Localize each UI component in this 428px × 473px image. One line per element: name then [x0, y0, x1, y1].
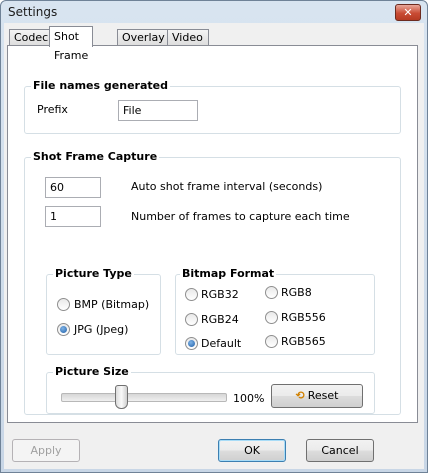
tab-overlay[interactable]: Overlay: [117, 29, 170, 46]
interval-input[interactable]: [45, 177, 101, 198]
default-radio[interactable]: [185, 337, 198, 350]
dialog-client: Codec Shot Frame Overlay Video Effect Fi…: [4, 23, 424, 469]
cancel-label: Cancel: [321, 444, 359, 457]
tab-label: Overlay: [122, 31, 165, 44]
reset-button[interactable]: ⟲ Reset: [271, 384, 363, 408]
shot-frame-capture-group: Shot Frame Capture Auto shot frame inter…: [24, 150, 401, 415]
frames-label: Number of frames to capture each time: [131, 210, 350, 223]
tab-label: Codec: [14, 31, 49, 44]
default-label: Default: [201, 337, 242, 350]
reset-label: Reset: [307, 389, 339, 402]
window-title: Settings: [8, 5, 58, 19]
rgb32-label: RGB32: [201, 288, 239, 301]
prefix-input[interactable]: [118, 100, 198, 121]
rgb32-radio[interactable]: [185, 288, 198, 301]
tab-shot-frame[interactable]: Shot Frame: [49, 26, 94, 62]
close-icon: ✕: [403, 6, 413, 19]
frames-input[interactable]: [45, 206, 101, 227]
title-bar[interactable]: Settings ✕: [1, 1, 427, 23]
prefix-label: Prefix: [37, 103, 68, 116]
rgb556-radio[interactable]: [265, 311, 278, 324]
undo-icon: ⟲: [295, 389, 305, 402]
ok-button[interactable]: OK: [218, 439, 286, 462]
bmp-radio[interactable]: [57, 298, 70, 311]
jpg-label: JPG (Jpeg): [74, 323, 129, 336]
ok-label: OK: [244, 444, 260, 457]
interval-label: Auto shot frame interval (seconds): [131, 180, 323, 193]
file-names-group: File names generated Prefix: [24, 79, 401, 134]
rgb8-label: RGB8: [281, 286, 312, 299]
bitmap-format-title: Bitmap Format: [180, 267, 277, 280]
picture-size-group: Picture Size 100% ⟲ Reset: [46, 365, 375, 414]
file-names-title: File names generated: [31, 79, 170, 92]
bmp-label: BMP (Bitmap): [74, 298, 150, 311]
capture-title: Shot Frame Capture: [31, 150, 160, 163]
shot-frame-panel: File names generated Prefix Shot Frame C…: [7, 45, 418, 423]
settings-window: Settings ✕ Codec Shot Frame Overlay Vide…: [0, 0, 428, 473]
rgb565-radio[interactable]: [265, 335, 278, 348]
picture-size-slider-track[interactable]: [61, 393, 227, 402]
rgb24-label: RGB24: [201, 313, 239, 326]
rgb8-radio[interactable]: [265, 286, 278, 299]
picture-size-slider-thumb[interactable]: [114, 385, 128, 409]
jpg-radio[interactable]: [57, 323, 70, 336]
rgb24-radio[interactable]: [185, 313, 198, 326]
apply-button[interactable]: Apply: [12, 439, 80, 462]
apply-label: Apply: [30, 444, 62, 457]
bitmap-format-group: Bitmap Format RGB32 RGB8 RGB24 RGB556 De…: [175, 267, 375, 355]
tab-codec[interactable]: Codec: [9, 29, 54, 46]
picture-size-title: Picture Size: [53, 365, 131, 378]
close-button[interactable]: ✕: [395, 4, 421, 21]
picture-type-title: Picture Type: [53, 267, 134, 280]
picture-size-percent: 100%: [233, 392, 265, 405]
rgb565-label: RGB565: [281, 335, 326, 348]
picture-type-group: Picture Type BMP (Bitmap) JPG (Jpeg): [46, 267, 161, 355]
rgb556-label: RGB556: [281, 311, 326, 324]
tab-label: Shot Frame: [54, 30, 89, 62]
cancel-button[interactable]: Cancel: [306, 439, 374, 462]
tab-video-effect[interactable]: Video Effect: [167, 29, 209, 60]
